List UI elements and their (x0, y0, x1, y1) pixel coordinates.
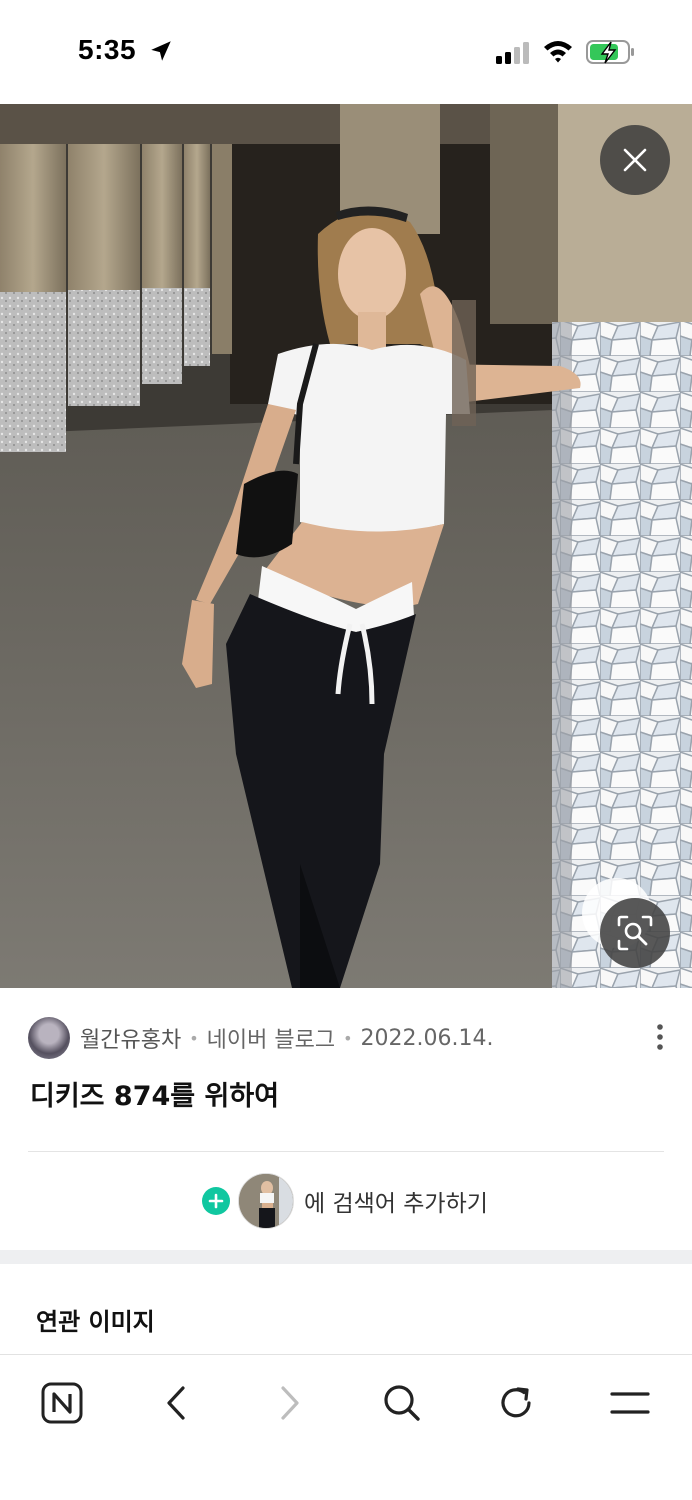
cellular-signal-icon (496, 42, 529, 64)
close-icon (623, 148, 647, 172)
author-name[interactable]: 월간유홍차 (80, 1022, 181, 1054)
close-button[interactable] (600, 125, 670, 195)
hero-image[interactable] (0, 104, 692, 988)
post-date: 2022.06.14. (360, 1025, 494, 1051)
forward-arrow-icon (281, 1386, 299, 1420)
back-button[interactable] (146, 1373, 206, 1433)
wifi-icon (544, 41, 572, 63)
image-search-icon (617, 915, 653, 951)
back-arrow-icon (167, 1386, 185, 1420)
forward-button[interactable] (260, 1373, 320, 1433)
more-vertical-icon[interactable] (650, 1022, 670, 1052)
image-thumbnail (238, 1173, 294, 1229)
meta-separator: • (343, 1028, 353, 1048)
add-search-label: 에 검색어 추가하기 (304, 1191, 488, 1217)
related-images-title: 연관 이미지 (36, 1308, 155, 1336)
status-time: 5:35 (78, 34, 137, 65)
divider (28, 1151, 664, 1152)
plus-icon (202, 1187, 230, 1215)
post-meta: 월간유홍차 • 네이버 블로그 • 2022.06.14. (28, 1016, 668, 1060)
image-search-button[interactable] (600, 898, 670, 968)
add-search-term-button[interactable]: 에 검색어 추가하기 (202, 1172, 488, 1230)
menu-icon (610, 1392, 650, 1414)
post-title[interactable]: 디키즈 874를 위하여 (30, 1074, 279, 1113)
section-separator (0, 1250, 692, 1264)
refresh-icon (501, 1387, 531, 1418)
refresh-button[interactable] (486, 1373, 546, 1433)
meta-separator: • (189, 1028, 199, 1048)
home-button[interactable] (32, 1373, 92, 1433)
status-bar: 5:35 (0, 0, 692, 104)
naver-n-icon (41, 1382, 83, 1424)
menu-button[interactable] (600, 1373, 660, 1433)
search-icon (384, 1385, 420, 1421)
author-avatar[interactable] (28, 1017, 70, 1059)
source-name[interactable]: 네이버 블로그 (207, 1022, 335, 1054)
battery-charging-icon (586, 40, 634, 64)
photo-scene (0, 104, 692, 988)
location-arrow-icon (151, 41, 171, 61)
bottom-toolbar (0, 1354, 692, 1500)
search-button[interactable] (372, 1373, 432, 1433)
